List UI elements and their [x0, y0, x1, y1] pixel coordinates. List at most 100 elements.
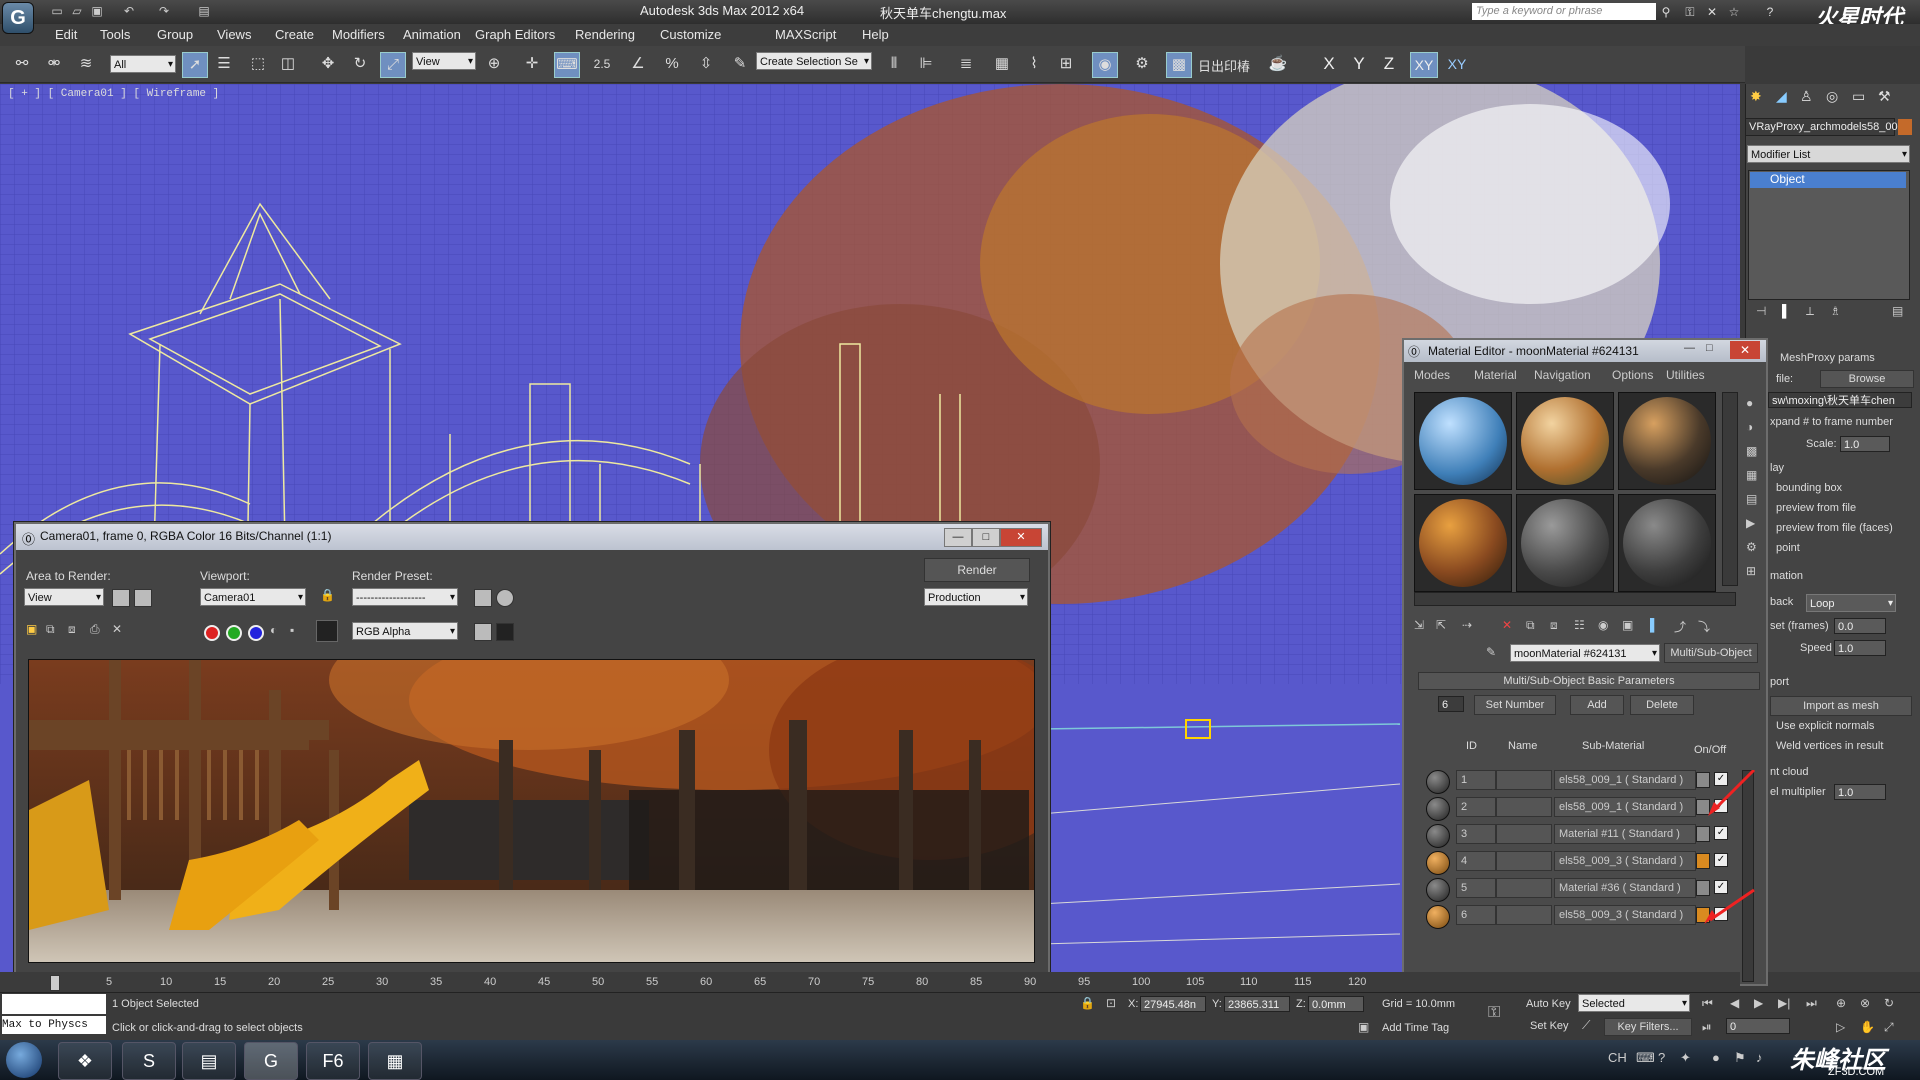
link-icon[interactable]: ⚯ — [10, 52, 34, 76]
absolute-mode-icon[interactable]: ⊡ — [1106, 996, 1116, 1010]
material-type-button[interactable]: Multi/Sub-Object — [1664, 643, 1758, 663]
configure-sets-icon[interactable]: ▤ — [1892, 304, 1903, 318]
remove-modifier-icon[interactable]: ♗ — [1830, 304, 1841, 318]
align-icon[interactable]: ⊫ — [914, 52, 938, 76]
orbit-icon[interactable]: ↻ — [1884, 996, 1894, 1010]
modifier-list-dropdown[interactable]: Modifier List — [1747, 145, 1910, 164]
star-icon[interactable]: ☆ — [1724, 3, 1744, 21]
volume-icon[interactable]: ♪ — [1756, 1050, 1763, 1065]
me-menu-options[interactable]: Options — [1612, 368, 1653, 382]
green-tray-icon[interactable]: ● — [1712, 1050, 1720, 1065]
preview-icon[interactable]: ▶ — [1746, 516, 1755, 530]
submaterial-id[interactable]: 2 — [1456, 797, 1496, 817]
open-icon[interactable]: ▱ — [68, 3, 86, 20]
submaterial-id[interactable]: 1 — [1456, 770, 1496, 790]
show-end-result-material-icon[interactable]: ▌ — [1650, 618, 1659, 632]
pivot-center-icon[interactable]: ⊕ — [482, 52, 506, 76]
menu-customize[interactable]: Customize — [660, 27, 721, 42]
select-by-material-icon[interactable]: ⊞ — [1746, 564, 1756, 578]
set-key-icon[interactable]: ⟋ — [1582, 1018, 1590, 1033]
browse-button[interactable]: Browse — [1820, 370, 1914, 388]
zoom-all-icon[interactable]: ⊗ — [1860, 996, 1870, 1010]
blue-channel-toggle[interactable] — [248, 625, 264, 641]
menu-animation[interactable]: Animation — [403, 27, 461, 42]
make-unique-material-icon[interactable]: ⧈ — [1550, 618, 1558, 633]
select-object-icon[interactable]: ➚ — [182, 52, 208, 78]
use-explicit-normals-option[interactable]: Use explicit normals — [1776, 720, 1874, 732]
named-selection-set-dropdown[interactable]: Create Selection Se — [756, 52, 872, 71]
taskbar-app-1[interactable]: ❖ — [58, 1042, 112, 1080]
network-icon[interactable]: ✦ — [1680, 1050, 1691, 1066]
copy-material-icon[interactable]: ⧉ — [1526, 618, 1535, 633]
material-editor-icon[interactable]: ◉ — [1092, 52, 1118, 78]
angle-snap-icon[interactable]: ∠ — [626, 52, 650, 76]
clear-icon[interactable]: ✕ — [112, 622, 122, 636]
scale-field[interactable]: 1.0 — [1840, 436, 1890, 452]
pin-stack-icon[interactable]: ⊣ — [1756, 304, 1766, 318]
monochrome-icon[interactable]: ▪ — [290, 623, 294, 637]
render-setup-icon-2[interactable] — [474, 589, 492, 607]
axis-y-button[interactable]: Y — [1346, 52, 1372, 76]
search-input[interactable]: Type a keyword or phrase — [1472, 3, 1656, 20]
lock-viewport-icon[interactable]: 🔒 — [320, 588, 335, 602]
object-color-swatch[interactable] — [1898, 119, 1912, 135]
uv-tiling-icon[interactable]: ▦ — [1746, 468, 1757, 482]
put-to-scene-icon[interactable]: ⇱ — [1436, 618, 1446, 632]
copy-image-icon[interactable]: ⧉ — [46, 622, 55, 637]
display-channel-dropdown[interactable]: RGB Alpha — [352, 622, 458, 641]
reference-coordinate-dropdown[interactable]: View — [412, 52, 476, 71]
video-color-check-icon[interactable]: ▤ — [1746, 492, 1757, 506]
rendered-frame-window-icon[interactable]: ▩ — [1166, 52, 1192, 78]
binoculars-icon[interactable]: ⚲ — [1656, 3, 1676, 21]
taskbar-3dsmax[interactable]: G — [244, 1042, 298, 1080]
rectangular-selection-icon[interactable]: ⬚ — [246, 52, 270, 76]
me-maximize-button[interactable]: □ — [1706, 342, 1713, 354]
project-folder-icon[interactable]: ▤ — [195, 3, 213, 20]
speed-field[interactable]: 1.0 — [1834, 640, 1886, 656]
me-close-button[interactable]: ✕ — [1730, 341, 1760, 359]
toggle-ui-icon[interactable] — [496, 623, 514, 641]
sample-slot-2[interactable] — [1516, 392, 1614, 490]
keyboard-shortcut-toggle-icon[interactable]: ⌨ — [554, 52, 580, 78]
menu-graph-editors[interactable]: Graph Editors — [475, 27, 555, 42]
maxscript-output[interactable]: Max to Physcs — [2, 1016, 106, 1034]
weld-vertices-option[interactable]: Weld vertices in result — [1776, 740, 1883, 752]
spinner-snap-icon[interactable]: ⇳ — [694, 52, 718, 76]
background-icon[interactable]: ▩ — [1746, 444, 1757, 458]
key-icon[interactable]: ⚿ — [1680, 3, 1700, 21]
maxscript-listener-input[interactable] — [2, 994, 106, 1014]
maximize-viewport-icon[interactable]: ⤢ — [1884, 1020, 1894, 1035]
axis-xy-cycle-button[interactable]: XY — [1444, 52, 1470, 76]
next-frame-icon[interactable]: ▶| — [1778, 996, 1790, 1010]
submaterial-id[interactable]: 4 — [1456, 851, 1496, 871]
red-channel-toggle[interactable] — [204, 625, 220, 641]
level-multiplier-field[interactable]: 1.0 — [1834, 784, 1886, 800]
new-icon[interactable]: ▭ — [48, 3, 66, 20]
show-end-result-icon[interactable]: ▌ — [1782, 304, 1791, 318]
key-mode-toggle-icon[interactable]: ⏯ — [1702, 1020, 1712, 1035]
me-minimize-button[interactable]: — — [1684, 342, 1695, 354]
submaterial-name-field[interactable] — [1496, 824, 1552, 844]
app-menu-icon[interactable]: G — [2, 2, 34, 34]
color-swatch[interactable] — [316, 620, 338, 642]
make-unique-icon[interactable]: ⟂ — [1806, 304, 1814, 319]
rollout-meshproxy[interactable]: MeshProxy params — [1780, 352, 1875, 364]
hierarchy-tab-icon[interactable]: ♙ — [1800, 88, 1820, 105]
object-name-field[interactable]: VRayProxy_archmodels58_00 — [1745, 118, 1898, 136]
utilities-tab-icon[interactable]: ⚒ — [1878, 88, 1898, 105]
id-header[interactable]: ID — [1466, 740, 1477, 752]
layer-manager-icon[interactable]: ≣ — [954, 52, 978, 76]
backlight-icon[interactable]: ◑ — [1746, 420, 1753, 434]
graphite-modeling-icon[interactable]: ▦ — [990, 52, 1014, 76]
display-tab-icon[interactable]: ▭ — [1852, 88, 1872, 105]
import-as-mesh-button[interactable]: Import as mesh — [1770, 696, 1912, 716]
modifier-stack-item[interactable]: Object — [1750, 172, 1906, 188]
schematic-view-icon[interactable]: ⊞ — [1054, 52, 1078, 76]
axis-x-button[interactable]: X — [1316, 52, 1342, 76]
zoom-icon[interactable]: ⊕ — [1836, 996, 1846, 1010]
start-button[interactable] — [6, 1042, 42, 1078]
me-menu-navigation[interactable]: Navigation — [1534, 368, 1591, 382]
submaterial-name-field[interactable] — [1496, 851, 1552, 871]
key-filters-button[interactable]: Key Filters... — [1604, 1018, 1692, 1036]
pan-icon[interactable]: ✋ — [1860, 1020, 1875, 1034]
